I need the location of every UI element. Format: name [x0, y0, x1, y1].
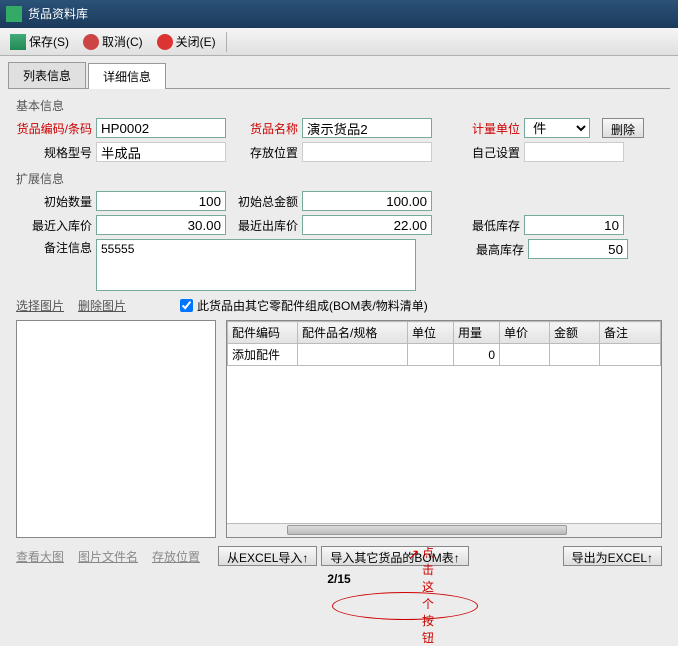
minstock-input[interactable] [524, 215, 624, 235]
col-name: 配件品名/规格 [298, 322, 408, 344]
export-excel-button[interactable]: 导出为EXCEL↑ [563, 546, 662, 566]
tab-list[interactable]: 列表信息 [8, 62, 86, 88]
col-qty: 用量 [454, 322, 500, 344]
label-loc: 存放位置 [238, 144, 298, 161]
label-code: 货品编码/条码 [16, 120, 92, 137]
close-icon [157, 34, 173, 50]
bom-label: 此货品由其它零配件组成(BOM表/物料清单) [197, 297, 428, 314]
cancel-label: 取消(C) [102, 33, 143, 50]
lastout-input[interactable] [302, 215, 432, 235]
save-label: 保存(S) [29, 33, 69, 50]
import-bom-button[interactable]: 导入其它货品的BOM表↑ [321, 546, 468, 566]
name-input[interactable] [302, 118, 432, 138]
window-title: 货品资料库 [28, 0, 88, 28]
loc-input[interactable] [302, 142, 432, 162]
view-big-link[interactable]: 查看大图 [16, 548, 64, 565]
col-amt: 金额 [550, 322, 600, 344]
col-unit: 单位 [408, 322, 454, 344]
label-maxstock: 最高库存 [468, 241, 524, 258]
unit-select[interactable]: 件 [524, 118, 590, 138]
section-basic: 基本信息 [16, 97, 670, 114]
bom-checkbox[interactable] [180, 299, 193, 312]
import-excel-button[interactable]: 从EXCEL导入↑ [218, 546, 317, 566]
delete-button[interactable]: 删除 [602, 118, 644, 138]
store-loc-link[interactable]: 存放位置 [152, 548, 200, 565]
cancel-icon [83, 34, 99, 50]
delete-image-link[interactable]: 删除图片 [78, 297, 126, 314]
label-minstock: 最低库存 [464, 217, 520, 234]
tab-bar: 列表信息 详细信息 [8, 62, 670, 89]
initamt-input[interactable] [302, 191, 432, 211]
label-lastout: 最近出库价 [238, 217, 298, 234]
remark-input[interactable] [96, 239, 416, 291]
initqty-input[interactable] [96, 191, 226, 211]
label-custom: 自己设置 [464, 144, 520, 161]
window-titlebar: 货品资料库 [0, 0, 678, 28]
pager: 2/15 [8, 566, 670, 592]
maxstock-input[interactable] [528, 239, 628, 259]
tab-detail[interactable]: 详细信息 [88, 63, 166, 89]
col-price: 单价 [500, 322, 550, 344]
toolbar-separator [226, 32, 227, 52]
label-initqty: 初始数量 [16, 193, 92, 210]
custom-input[interactable] [524, 142, 624, 162]
app-icon [6, 6, 22, 22]
image-preview [16, 320, 216, 538]
save-icon [10, 34, 26, 50]
select-image-link[interactable]: 选择图片 [16, 297, 64, 314]
code-input[interactable] [96, 118, 226, 138]
label-unit: 计量单位 [464, 120, 520, 137]
grid-hscroll[interactable] [227, 523, 661, 537]
toolbar: 保存(S) 取消(C) 关闭(E) [0, 28, 678, 56]
lastin-input[interactable] [96, 215, 226, 235]
save-button[interactable]: 保存(S) [4, 31, 75, 52]
spec-input[interactable] [96, 142, 226, 162]
file-name-link[interactable]: 图片文件名 [78, 548, 138, 565]
label-lastin: 最近入库价 [16, 217, 92, 234]
table-row[interactable]: 添加配件0 [228, 344, 661, 366]
close-button[interactable]: 关闭(E) [151, 31, 222, 52]
annotation-oval [332, 592, 478, 620]
bom-grid[interactable]: 配件编码 配件品名/规格 单位 用量 单价 金额 备注 添加配件0 [226, 320, 662, 538]
col-remark: 备注 [600, 322, 661, 344]
label-initamt: 初始总金额 [238, 193, 298, 210]
section-ext: 扩展信息 [16, 170, 670, 187]
close-label: 关闭(E) [176, 33, 216, 50]
cancel-button[interactable]: 取消(C) [77, 31, 149, 52]
label-spec: 规格型号 [16, 144, 92, 161]
label-name: 货品名称 [238, 120, 298, 137]
label-remark: 备注信息 [16, 239, 92, 256]
col-code: 配件编码 [228, 322, 298, 344]
